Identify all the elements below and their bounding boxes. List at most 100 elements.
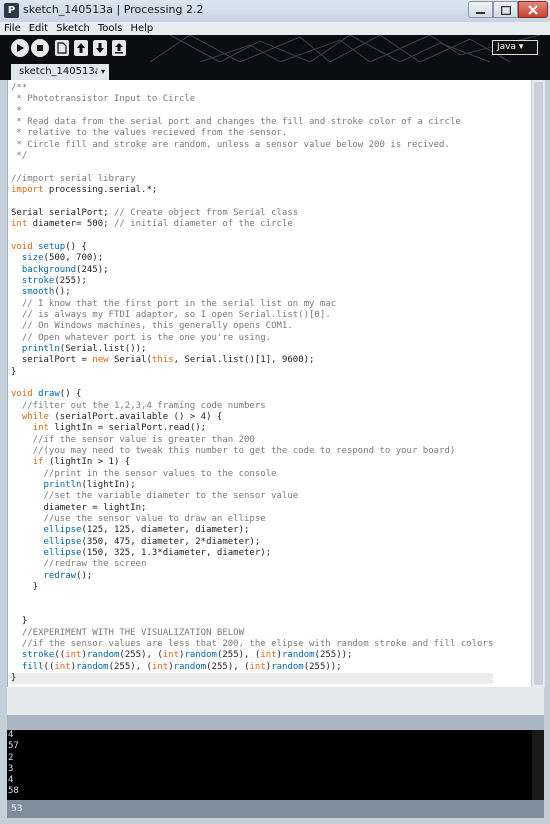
code-token: diameter= 500; [27, 219, 114, 230]
title-bar[interactable]: P sketch_140513a | Processing 2.2 [0, 0, 550, 22]
code-token: import [11, 185, 44, 196]
stop-icon [37, 45, 43, 51]
code-token: random [76, 661, 109, 672]
code-token: if [32, 457, 44, 468]
code-token: (255), ( [216, 650, 261, 661]
code-token: random [173, 661, 207, 672]
code-line: Serial serialPort; // Create object from… [11, 208, 493, 219]
console-line: 3 [8, 763, 14, 774]
code-token: * Phototransistor Input to Circle [11, 94, 196, 105]
code-token: Serial serialPort; [11, 207, 114, 218]
code-line: //if the sensor value is greater than 20… [11, 435, 493, 446]
menu-sketch[interactable]: Sketch [52, 22, 94, 35]
code-token: random [86, 650, 120, 661]
code-line: * Read data from the serial port and cha… [11, 117, 493, 128]
menu-tools[interactable]: Tools [94, 22, 127, 35]
code-token: int [260, 650, 277, 661]
code-line: } [11, 616, 493, 627]
menu-help[interactable]: Help [126, 22, 157, 35]
code-token: random [184, 650, 217, 661]
save-button[interactable] [93, 40, 107, 56]
code-token: * relative to the values recieved from t… [11, 128, 288, 139]
code-token: } [11, 582, 39, 593]
processing-window: P sketch_140513a | Processing 2.2 File Ed… [0, 0, 550, 824]
code-token: //use the sensor value to draw an ellips… [11, 514, 266, 525]
open-icon [77, 43, 85, 53]
code-token: size [21, 253, 44, 264]
code-token: println [43, 480, 82, 491]
console-line: 4 [8, 775, 14, 786]
code-token: (lightIn); [81, 480, 136, 491]
export-button[interactable] [112, 40, 126, 56]
code-token: // Create object from Serial class [113, 207, 299, 218]
maximize-icon [500, 5, 511, 16]
code-line: void setup() { [11, 242, 493, 253]
editor-scrollbar-thumb[interactable] [534, 82, 543, 685]
tab-row: sketch_140513a ▾ [0, 62, 550, 80]
run-button[interactable] [11, 39, 29, 57]
code-line: void draw() { [11, 389, 493, 400]
close-icon [528, 5, 538, 15]
console-output[interactable]: 4 57 2 3 4 58 [7, 730, 533, 800]
code-line: * Phototransistor Input to Circle [11, 94, 493, 105]
code-token: (serialPort.available () > 4) { [48, 411, 223, 422]
code-token: Serial( [108, 355, 152, 366]
code-line: int lightIn = serialPort.read(); [11, 423, 493, 434]
tab-menu-button[interactable]: ▾ [97, 66, 109, 78]
message-area [7, 715, 544, 730]
code-token: (); [54, 287, 71, 298]
code-line: * Circle fill and stroke are random, unl… [11, 140, 493, 151]
code-line: //if the sensor values are less that 200… [11, 639, 493, 650]
code-token: int [54, 661, 71, 672]
code-token: int [32, 423, 49, 434]
open-button[interactable] [74, 40, 88, 56]
code-line: println(Serial.list()); [11, 344, 493, 355]
mode-selector[interactable]: Java ▾ [492, 40, 538, 55]
save-icon [96, 43, 104, 53]
menu-bar: File Edit Sketch Tools Help [0, 22, 550, 35]
code-token: setup [38, 241, 66, 252]
stop-button[interactable] [31, 39, 49, 57]
editor-scrollbar[interactable] [531, 80, 545, 687]
code-token: int [11, 219, 28, 230]
code-token: // Open whatever port is the one you're … [11, 332, 272, 343]
close-button[interactable] [518, 1, 548, 18]
window-title: sketch_140513a | Processing 2.2 [23, 3, 204, 16]
code-token: serialPort = [11, 355, 93, 366]
code-line: //redraw the screen [11, 559, 493, 570]
code-line: // is always my FTDI adaptor, so I open … [11, 310, 493, 321]
code-token: //EXPERIMENT WITH THE VISUALIZATION BELO… [11, 627, 244, 638]
code-token: (Serial.list()); [59, 343, 147, 354]
code-line: //EXPERIMENT WITH THE VISUALIZATION BELO… [11, 628, 493, 639]
code-line: //print in the sensor values to the cons… [11, 469, 493, 480]
code-token: // is always my FTDI adaptor, so I open … [11, 309, 331, 320]
code-token: } [11, 616, 28, 627]
code-token: * Read data from the serial port and cha… [11, 117, 461, 128]
code-line: // I know that the first port in the ser… [11, 299, 493, 310]
code-token: ellipse [43, 525, 82, 536]
code-token: (255), ( [206, 661, 250, 672]
tab-sketch[interactable]: sketch_140513a [11, 64, 109, 80]
new-button[interactable] [55, 40, 69, 56]
maximize-button[interactable] [493, 1, 518, 18]
menu-edit[interactable]: Edit [25, 22, 52, 35]
code-token: (255); [54, 275, 87, 286]
code-editor[interactable]: /** * Phototransistor Input to Circle * … [7, 80, 532, 687]
code-token: int [151, 661, 169, 672]
code-token: while [21, 411, 49, 422]
minimize-button[interactable] [468, 1, 493, 18]
code-line: fill((int)random(255), (int)random(255),… [11, 662, 493, 673]
code-token: */ [11, 151, 28, 162]
code-token: } [11, 366, 17, 377]
code-token: void [11, 241, 33, 252]
code-line: println(lightIn); [11, 480, 493, 491]
console-scrollbar[interactable] [532, 730, 544, 800]
menu-file[interactable]: File [0, 22, 25, 35]
